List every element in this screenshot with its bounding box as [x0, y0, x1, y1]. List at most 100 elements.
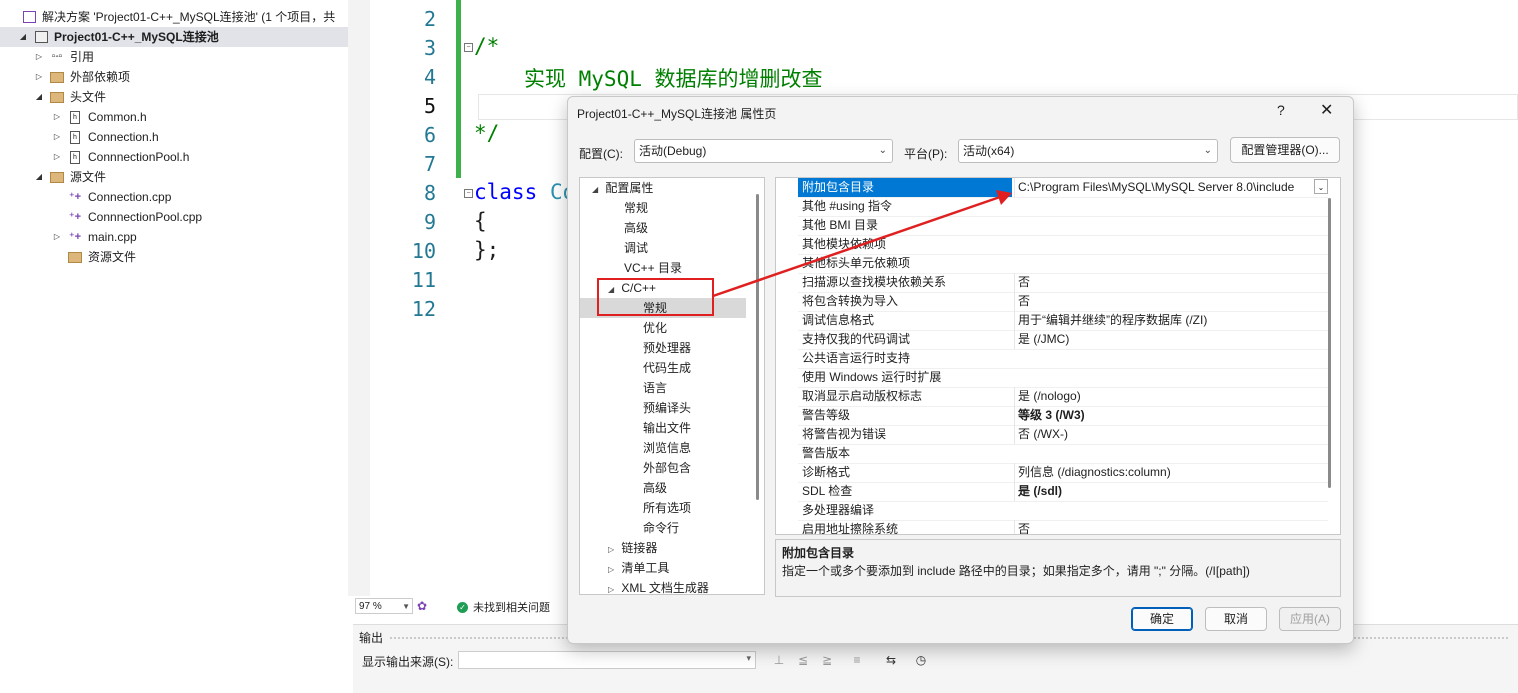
next-message-icon[interactable]: ≧: [819, 652, 835, 668]
nav-all-options[interactable]: 所有选项: [643, 498, 764, 518]
property-row[interactable]: 启用地址擦除系统 否: [798, 520, 1328, 534]
nav-config-properties[interactable]: ◢ 配置属性: [592, 178, 758, 198]
property-value[interactable]: 是 (/nologo): [1014, 387, 1328, 406]
collapsed-chevron-icon[interactable]: ▷: [52, 147, 62, 167]
property-row[interactable]: 其他 BMI 目录: [798, 216, 1328, 236]
collapsed-chevron-icon[interactable]: ▷: [52, 127, 62, 147]
source-file-item[interactable]: ▷ ⁺+ main.cpp: [52, 227, 137, 247]
property-row[interactable]: 将包含转换为导入 否: [798, 292, 1328, 312]
collapsed-chevron-icon[interactable]: ▷: [52, 227, 62, 247]
header-file-item[interactable]: ▷ h ConnnectionPool.h: [52, 147, 190, 167]
property-value[interactable]: 列信息 (/diagnostics:column): [1014, 463, 1328, 482]
nav-external-includes[interactable]: 外部包含: [643, 458, 764, 478]
header-file-item[interactable]: ▷ h Common.h: [52, 107, 147, 127]
nav-advanced[interactable]: 高级: [624, 218, 764, 238]
property-row[interactable]: SDL 检查 是 (/sdl): [798, 482, 1328, 502]
fold-toggle-icon[interactable]: −: [464, 43, 473, 52]
nav-code-generation[interactable]: 代码生成: [643, 358, 764, 378]
property-row[interactable]: 其他 #using 指令: [798, 197, 1328, 217]
property-value[interactable]: 等级 3 (/W3): [1014, 406, 1328, 425]
nav-cpp-advanced[interactable]: 高级: [643, 478, 764, 498]
folder-icon: [68, 250, 82, 264]
platform-select[interactable]: 活动(x64) ⌄: [958, 139, 1218, 163]
nav-linker[interactable]: ▷ 链接器: [608, 538, 764, 558]
headers-folder-node[interactable]: ◢ 头文件: [34, 87, 106, 107]
word-wrap-icon[interactable]: ⇆: [883, 652, 899, 668]
collapsed-chevron-icon[interactable]: ▷: [34, 67, 44, 87]
apply-button[interactable]: 应用(A): [1279, 607, 1341, 631]
property-value[interactable]: 否: [1014, 273, 1328, 292]
property-row[interactable]: 公共语言运行时支持: [798, 349, 1328, 369]
property-row[interactable]: 其他标头单元依赖项: [798, 254, 1328, 274]
clear-all-icon[interactable]: ≡: [849, 652, 865, 668]
source-file-item[interactable]: ⁺+ Connection.cpp: [68, 187, 172, 207]
copilot-icon[interactable]: ✿: [417, 599, 427, 613]
property-row[interactable]: 调试信息格式 用于“编辑并继续”的程序数据库 (/ZI): [798, 311, 1328, 331]
property-name: 其他 BMI 目录: [802, 218, 879, 232]
expanded-chevron-icon[interactable]: ◢: [18, 27, 28, 47]
fold-toggle-icon[interactable]: −: [464, 189, 473, 198]
property-row[interactable]: 将警告视为错误 否 (/WX-): [798, 425, 1328, 445]
expanded-chevron-icon[interactable]: ◢: [34, 167, 44, 187]
find-message-icon[interactable]: ⊥: [771, 652, 787, 668]
collapsed-chevron-icon[interactable]: ▷: [52, 107, 62, 127]
project-node[interactable]: ◢ Project01-C++_MySQL连接池: [0, 27, 348, 47]
collapsed-chevron-icon[interactable]: ▷: [34, 47, 44, 67]
help-icon[interactable]: ?: [1277, 102, 1285, 118]
issues-text: 未找到相关问题: [473, 602, 550, 614]
external-deps-node[interactable]: ▷ 外部依赖项: [34, 67, 130, 87]
grid-scrollbar[interactable]: [1328, 198, 1331, 488]
property-row[interactable]: 使用 Windows 运行时扩展: [798, 368, 1328, 388]
nav-output-files[interactable]: 输出文件: [643, 418, 764, 438]
config-select[interactable]: 活动(Debug) ⌄: [634, 139, 893, 163]
solution-node[interactable]: 解决方案 'Project01-C++_MySQL连接池' (1 个项目，共: [22, 7, 335, 27]
expanded-chevron-icon[interactable]: ◢: [34, 87, 44, 107]
property-row[interactable]: 支持仅我的代码调试 是 (/JMC): [798, 330, 1328, 350]
config-manager-button[interactable]: 配置管理器(O)...: [1230, 137, 1340, 163]
chevron-down-icon[interactable]: ⌄: [1314, 179, 1328, 194]
nav-xml-doc[interactable]: ▷ XML 文档生成器: [608, 578, 764, 594]
nav-vc-directories[interactable]: VC++ 目录: [624, 258, 764, 278]
property-row[interactable]: 其他模块依赖项: [798, 235, 1328, 255]
clock-icon[interactable]: ◷: [913, 652, 929, 668]
resources-folder-node[interactable]: 资源文件: [52, 247, 136, 267]
source-file-item[interactable]: ⁺+ ConnnectionPool.cpp: [68, 207, 202, 227]
previous-message-icon[interactable]: ≦: [795, 652, 811, 668]
property-value[interactable]: C:\Program Files\MySQL\MySQL Server 8.0\…: [1014, 178, 1328, 197]
nav-preprocessor[interactable]: 预处理器: [643, 338, 764, 358]
references-node[interactable]: ▷ ▫-▫ 引用: [34, 47, 94, 67]
nav-general[interactable]: 常规: [624, 198, 764, 218]
line-number: 9: [423, 210, 436, 234]
property-row[interactable]: 警告等级 等级 3 (/W3): [798, 406, 1328, 426]
property-row[interactable]: 诊断格式 列信息 (/diagnostics:column): [798, 463, 1328, 483]
nav-language[interactable]: 语言: [643, 378, 764, 398]
property-value[interactable]: 是 (/JMC): [1014, 330, 1328, 349]
zoom-dropdown[interactable]: 97 % ▼: [355, 598, 413, 614]
header-file-item[interactable]: ▷ h Connection.h: [52, 127, 159, 147]
nav-optimization[interactable]: 优化: [643, 318, 764, 338]
nav-scrollbar[interactable]: [756, 194, 759, 500]
sources-folder-node[interactable]: ◢ 源文件: [34, 167, 106, 187]
property-row[interactable]: 附加包含目录 C:\Program Files\MySQL\MySQL Serve…: [798, 178, 1328, 198]
cancel-button[interactable]: 取消: [1205, 607, 1267, 631]
property-value[interactable]: 是 (/sdl): [1014, 482, 1328, 501]
property-row[interactable]: 取消显示启动版权标志 是 (/nologo): [798, 387, 1328, 407]
property-value[interactable]: 否: [1014, 520, 1328, 534]
nav-manifest-tool[interactable]: ▷ 清单工具: [608, 558, 764, 578]
nav-debugging[interactable]: 调试: [624, 238, 764, 258]
property-row[interactable]: 多处理器编译: [798, 501, 1328, 521]
property-value[interactable]: 否 (/WX-): [1014, 425, 1328, 444]
property-value[interactable]: 用于“编辑并继续”的程序数据库 (/ZI): [1014, 311, 1328, 330]
nav-command-line[interactable]: 命令行: [643, 518, 764, 538]
property-row[interactable]: 扫描源以查找模块依赖关系 否: [798, 273, 1328, 293]
property-value[interactable]: 否: [1014, 292, 1328, 311]
nav-browse-info[interactable]: 浏览信息: [643, 438, 764, 458]
property-grid[interactable]: 附加包含目录 C:\Program Files\MySQL\MySQL Serve…: [775, 177, 1341, 535]
property-nav-tree[interactable]: ◢ 配置属性 常规 高级 调试 VC++ 目录 ◢ C/C++ 常规 优化 预处…: [579, 177, 765, 595]
issues-status[interactable]: ✓ 未找到相关问题: [457, 599, 550, 615]
output-source-select[interactable]: [458, 651, 756, 669]
property-row[interactable]: 警告版本: [798, 444, 1328, 464]
ok-button[interactable]: 确定: [1131, 607, 1193, 631]
close-icon[interactable]: ✕: [1320, 100, 1333, 120]
nav-precompiled-headers[interactable]: 预编译头: [643, 398, 764, 418]
